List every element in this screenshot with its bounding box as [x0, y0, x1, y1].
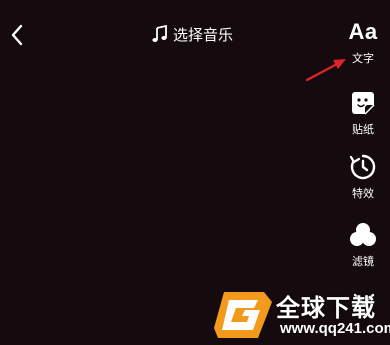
sticker-tool-label: 贴纸: [352, 123, 374, 136]
text-tool-button[interactable]: Aa 文字: [340, 17, 386, 66]
select-music-button[interactable]: 选择音乐: [152, 22, 233, 46]
music-note-icon: [152, 25, 167, 42]
text-tool-label: 文字: [352, 52, 374, 65]
select-music-label: 选择音乐: [173, 25, 234, 44]
sticker-tool-button[interactable]: 贴纸: [340, 88, 386, 137]
text-tool-glyph: Aa: [348, 19, 378, 44]
chevron-left-icon: [11, 24, 23, 46]
watermark-url: www.qq241.com: [280, 320, 390, 337]
text-icon: Aa: [348, 17, 377, 47]
effects-tool-label: 特效: [352, 187, 374, 200]
filter-tool-button[interactable]: 滤镜: [340, 220, 386, 269]
back-button[interactable]: [6, 22, 28, 48]
watermark-logo-icon: [214, 292, 272, 338]
filter-tool-label: 滤镜: [352, 255, 374, 268]
effects-tool-button[interactable]: 特效: [340, 152, 386, 201]
filter-circles-icon: [350, 223, 376, 246]
video-editor-screen: 选择音乐 Aa 文字 贴纸 特效 滤镜 全球下载 www.qq241.com: [0, 0, 390, 345]
watermark-title: 全球下载: [276, 294, 376, 322]
timer-effects-icon: [349, 154, 376, 180]
watermark: 全球下载 www.qq241.com: [214, 288, 390, 345]
sticker-icon: [352, 92, 375, 115]
